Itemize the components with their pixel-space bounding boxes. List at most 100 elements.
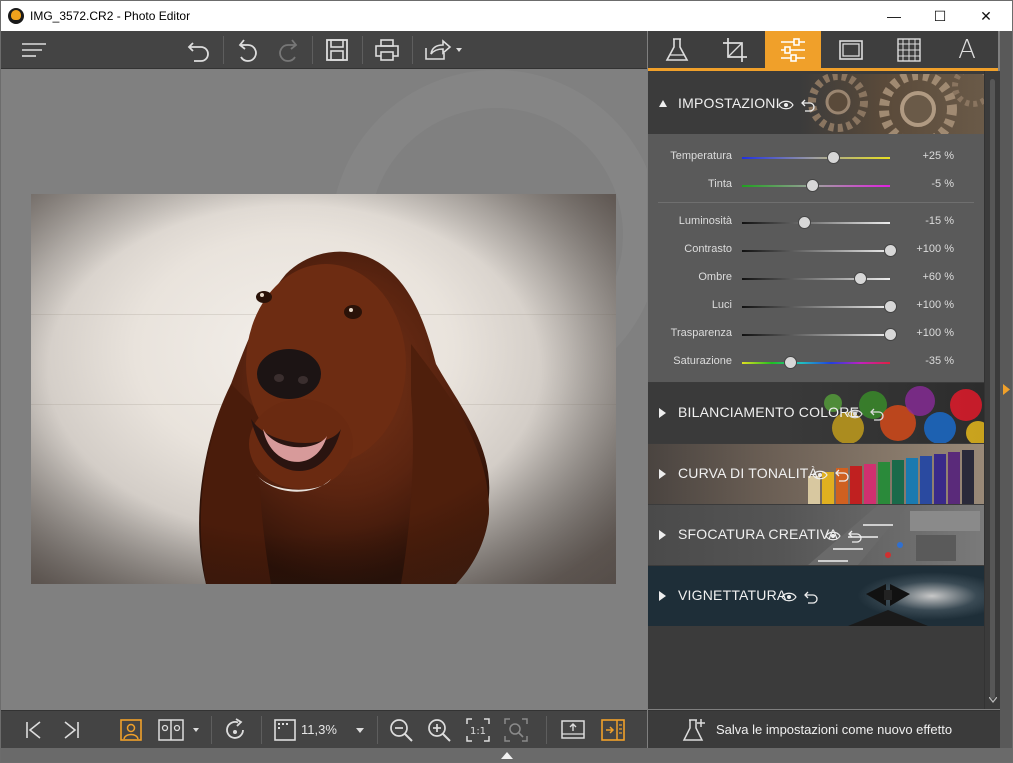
fit-icon (274, 719, 296, 741)
visibility-eye-icon[interactable] (781, 592, 797, 602)
collapse-panel-strip[interactable] (1000, 31, 1012, 748)
slider-handle[interactable] (883, 244, 897, 257)
fit-selection-button[interactable] (502, 715, 530, 745)
maximize-button[interactable]: ☐ (917, 1, 963, 31)
section-vignettatura-header[interactable]: VIGNETTATURA (648, 566, 984, 626)
rotate-button[interactable] (221, 715, 249, 745)
bottom-toolbar: 11,3% 1:1 (1, 710, 647, 748)
actual-size-button[interactable]: 1:1 (464, 715, 492, 745)
tab-frames[interactable] (823, 31, 879, 68)
reset-section-icon[interactable] (847, 529, 863, 543)
panel-toggle-button[interactable] (599, 715, 627, 745)
section-bilanciamento-colore-header[interactable]: BILANCIAMENTO COLORE (648, 383, 984, 443)
toolbar-divider (312, 36, 313, 64)
slider-handle[interactable] (805, 179, 819, 192)
export-button[interactable] (559, 715, 587, 745)
slider-label: Ombre (698, 271, 732, 283)
slider-track[interactable] (742, 278, 890, 280)
reset-section-icon[interactable] (834, 468, 850, 482)
last-image-button[interactable] (57, 715, 85, 745)
slider-label: Tinta (707, 178, 732, 190)
zoom-dropdown-button[interactable] (351, 715, 369, 745)
export-icon (561, 720, 585, 739)
toolbar-divider (412, 36, 413, 64)
share-button[interactable] (421, 35, 465, 65)
slider-handle[interactable] (783, 356, 797, 369)
texture-icon (897, 37, 921, 62)
section-title: CURVA DI TONALITÀ (678, 465, 819, 481)
frame-icon (839, 39, 863, 60)
filmstrip-handle[interactable] (1, 748, 1012, 762)
section-curva-di-tonalita-header[interactable]: CURVA DI TONALITÀ (648, 444, 984, 504)
print-button[interactable] (372, 35, 402, 65)
close-button[interactable]: ✕ (963, 1, 1009, 31)
reset-section-icon[interactable] (869, 407, 885, 421)
collapsed-caret-icon (659, 591, 666, 601)
minimize-button[interactable]: — (871, 1, 917, 31)
slider-track[interactable] (742, 157, 890, 159)
tab-adjustments[interactable] (765, 31, 821, 68)
redo-icon (279, 39, 298, 62)
title-bar: IMG_3572.CR2 - Photo Editor — ☐ ✕ (1, 1, 1012, 31)
undo-button[interactable] (233, 35, 263, 65)
save-effect-label: Salva le impostazioni come nuovo effetto (716, 722, 953, 737)
save-as-new-effect-button[interactable]: Salva le impostazioni come nuovo effetto (648, 710, 1000, 748)
fit-to-window-button[interactable] (271, 715, 299, 745)
slider-handle[interactable] (883, 300, 897, 313)
adjustment-sliders: Temperatura +25 % Tinta -5 % Luminosità -15 %… (648, 134, 984, 382)
slider-handle[interactable] (798, 216, 812, 229)
photo-preview[interactable] (31, 194, 616, 584)
slider-track[interactable] (742, 334, 890, 336)
toolbar-divider (261, 716, 262, 744)
slider-label: Saturazione (673, 355, 732, 367)
slider-handle[interactable] (883, 328, 897, 341)
slider-value: +100 % (916, 299, 954, 311)
compare-view-button[interactable] (156, 715, 204, 745)
chevron-down-icon (356, 728, 364, 733)
single-view-button[interactable] (117, 715, 145, 745)
scrollbar-thumb[interactable] (990, 79, 995, 699)
tab-text[interactable]: A (939, 31, 995, 68)
menu-button[interactable] (19, 35, 49, 65)
slider-track[interactable] (742, 222, 890, 224)
save-button[interactable] (322, 35, 352, 65)
tab-effects[interactable] (649, 31, 705, 68)
reset-section-icon[interactable] (803, 590, 819, 604)
print-icon (375, 39, 399, 61)
text-icon: A (958, 34, 976, 65)
dog-photo-image (31, 194, 616, 584)
section-sfocatura-creativa-header[interactable]: SFOCATURA CREATIVA (648, 505, 984, 565)
app-logo-icon (8, 8, 24, 24)
toolbar-divider (211, 716, 212, 744)
chevron-right-icon (1003, 384, 1010, 395)
slider-value: -35 % (925, 355, 954, 367)
visibility-eye-icon[interactable] (847, 409, 863, 419)
undo-all-button[interactable] (184, 35, 214, 65)
slider-track[interactable] (742, 362, 890, 364)
slider-track[interactable] (742, 306, 890, 308)
section-impostazioni-header[interactable]: IMPOSTAZIONI (648, 74, 984, 134)
panel-scrollbar[interactable] (984, 71, 1000, 709)
image-canvas[interactable] (1, 70, 647, 710)
slider-group-divider (658, 202, 974, 203)
reset-section-icon[interactable] (800, 98, 816, 112)
visibility-eye-icon[interactable] (778, 100, 794, 110)
slider-track[interactable] (742, 250, 890, 252)
undo-icon (238, 39, 257, 62)
visibility-eye-icon[interactable] (812, 470, 828, 480)
collapsed-caret-icon (659, 530, 666, 540)
first-image-button[interactable] (20, 715, 48, 745)
toolbar-divider (546, 716, 547, 744)
scroll-down-icon[interactable] (989, 697, 997, 703)
tab-textures[interactable] (881, 31, 937, 68)
slider-label: Luci (711, 299, 732, 311)
slider-handle[interactable] (853, 272, 867, 285)
slider-row-saturazione: Saturazione -35 % (648, 353, 984, 373)
zoom-in-button[interactable] (425, 715, 453, 745)
panel-toggle-icon (601, 719, 625, 741)
visibility-eye-icon[interactable] (825, 531, 841, 541)
zoom-out-button[interactable] (387, 715, 415, 745)
redo-button[interactable] (273, 35, 303, 65)
slider-handle[interactable] (827, 151, 841, 164)
tab-crop[interactable] (707, 31, 763, 68)
